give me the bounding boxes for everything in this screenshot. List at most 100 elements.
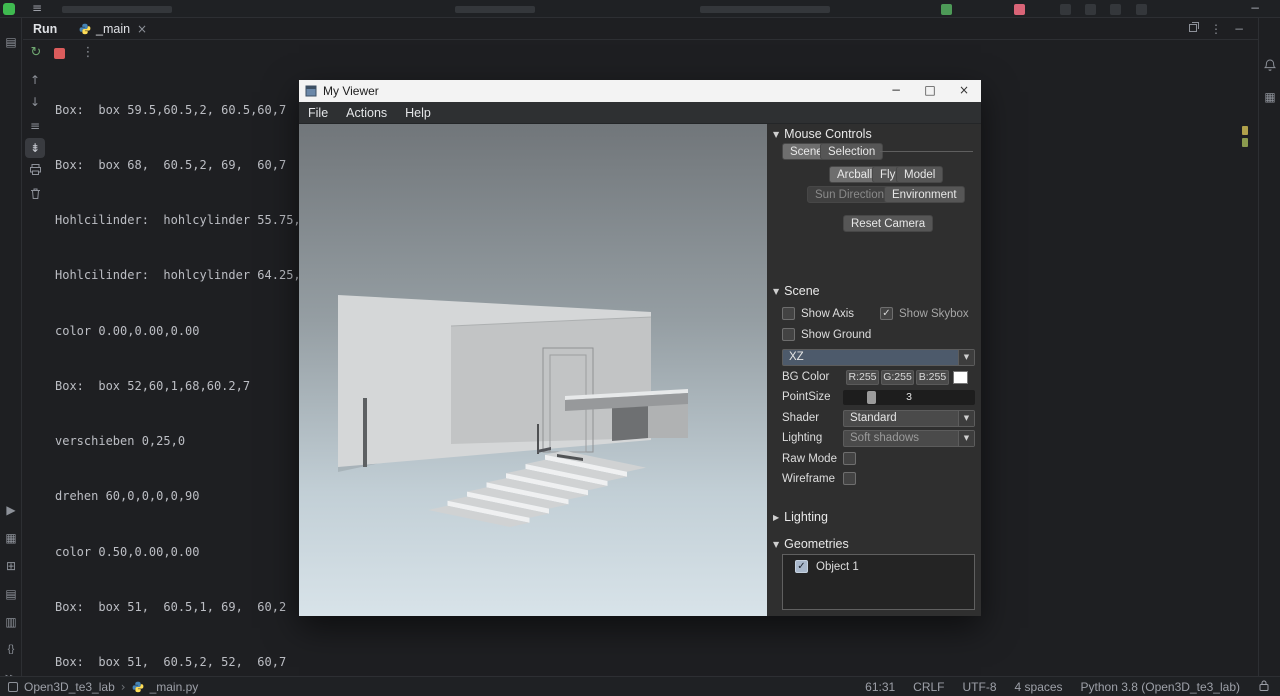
viewer-minimize-icon[interactable]: − <box>879 80 913 102</box>
viewer-menu-bar: File Actions Help <box>299 102 981 124</box>
dock-window-icon[interactable] <box>1188 20 1200 38</box>
clear-console-icon[interactable] <box>25 186 45 206</box>
scroll-to-end-icon[interactable]: ⇟ <box>25 138 45 158</box>
dropdown-value: XZ <box>789 351 804 363</box>
viewer-maximize-icon[interactable]: □ <box>913 80 947 102</box>
lighting-dropdown[interactable]: Soft shadows ▼ <box>843 430 975 447</box>
rerun-icon[interactable]: ↻ <box>27 44 45 62</box>
viewer-close-icon[interactable]: × <box>947 80 981 102</box>
hide-tool-window-icon[interactable]: − <box>1234 20 1244 38</box>
show-axis-checkbox[interactable] <box>782 307 795 320</box>
bg-red-field[interactable]: R:255 <box>846 370 879 385</box>
stop-icon[interactable] <box>54 48 65 59</box>
indent-style[interactable]: 4 spaces <box>1015 680 1063 694</box>
print-icon[interactable] <box>25 162 45 182</box>
object1-label[interactable]: Object 1 <box>816 559 859 575</box>
section-scene[interactable]: ▼ Scene <box>773 283 820 299</box>
wireframe-label: Wireframe <box>782 473 836 485</box>
section-geometries[interactable]: ▼ Geometries <box>773 536 849 552</box>
run-tool-icon[interactable]: ▶ <box>0 500 22 520</box>
current-file-name[interactable]: _main.py <box>150 680 199 694</box>
button-label: Scene <box>790 145 823 158</box>
toolbar-icon-3[interactable] <box>1110 4 1121 15</box>
line-separator[interactable]: CRLF <box>913 680 944 694</box>
project-widget-icon[interactable] <box>8 681 18 692</box>
breadcrumb-chevron-icon: › <box>120 679 126 694</box>
toolbar-icon-2[interactable] <box>1085 4 1096 15</box>
tab-close-icon[interactable]: × <box>137 22 147 36</box>
raw-mode-label: Raw Mode <box>782 453 837 465</box>
toolbar-plugin-icon-green[interactable] <box>941 4 952 15</box>
chevron-down-icon: ▼ <box>958 350 974 365</box>
section-lighting[interactable]: ▶ Lighting <box>773 509 828 525</box>
python-interpreter[interactable]: Python 3.8 (Open3D_te3_lab) <box>1081 680 1240 694</box>
button-label: Arcball <box>837 168 873 181</box>
right-tool-strip: ▦ <box>1258 18 1280 676</box>
left-tool-strip: ▤ ▶ ▦ ⊞ ▤ ▥ {} ≫ <box>0 18 22 685</box>
run-tab-main[interactable]: _main × <box>71 18 155 40</box>
project-tool-icon[interactable]: ▤ <box>0 32 22 52</box>
python-icon <box>79 23 91 35</box>
ai-assistant-icon[interactable]: ▦ <box>1259 90 1280 104</box>
shader-dropdown[interactable]: Standard ▼ <box>843 410 975 427</box>
window-minimize-icon[interactable]: − <box>1250 0 1260 18</box>
point-size-slider[interactable]: 3 <box>843 390 975 405</box>
menu-help[interactable]: Help <box>396 106 440 120</box>
wireframe-checkbox[interactable] <box>843 472 856 485</box>
packages-tool-icon[interactable]: ⊞ <box>0 556 22 576</box>
tool-window-options-icon[interactable]: ⋮ <box>1210 20 1222 38</box>
console-tool-icon[interactable]: {} <box>0 640 22 660</box>
section-mouse-controls[interactable]: ▼ Mouse Controls <box>773 126 872 142</box>
bg-blue-field[interactable]: B:255 <box>916 370 949 385</box>
notifications-bell-icon[interactable] <box>1259 58 1280 77</box>
lock-icon[interactable] <box>1258 679 1270 695</box>
dropdown-value: Standard <box>850 412 897 424</box>
down-stack-trace-icon[interactable]: ↓ <box>25 92 45 112</box>
main-menu-icon[interactable]: ≡ <box>32 0 42 18</box>
raw-mode-checkbox[interactable] <box>843 452 856 465</box>
button-label: Environment <box>892 188 957 201</box>
viewer-window: My Viewer − □ × File Actions Help ▼ Mous… <box>299 80 981 616</box>
tab-selection-button[interactable]: Selection <box>820 143 884 160</box>
services-tool-icon[interactable]: ▤ <box>0 584 22 604</box>
caret-position[interactable]: 61:31 <box>865 680 895 694</box>
bg-color-label: BG Color <box>782 371 830 383</box>
show-axis-label: Show Axis <box>801 308 855 320</box>
run-options-kebab-icon[interactable]: ⋮ <box>79 44 97 62</box>
menu-actions[interactable]: Actions <box>337 106 396 120</box>
point-size-value: 3 <box>906 391 912 403</box>
ground-plane-dropdown[interactable]: XZ ▼ <box>782 349 975 366</box>
bg-green-field[interactable]: G:255 <box>881 370 914 385</box>
viewer-title-bar[interactable]: My Viewer − □ × <box>299 80 981 102</box>
section-label: Lighting <box>784 510 828 524</box>
structure-tool-icon[interactable]: ▦ <box>0 528 22 548</box>
environment-button[interactable]: Environment <box>884 186 965 203</box>
bg-color-swatch[interactable] <box>953 371 968 384</box>
toolbar-icon-1[interactable] <box>1060 4 1071 15</box>
object1-checkbox[interactable]: ✓ <box>795 560 808 573</box>
database-tool-icon[interactable]: ▥ <box>0 612 22 632</box>
collapsed-triangle-icon: ▶ <box>773 512 780 522</box>
status-bar: Open3D_te3_lab › _main.py 61:31 CRLF UTF… <box>0 676 1280 696</box>
project-name[interactable]: Open3D_te3_lab <box>24 680 115 694</box>
run-tool-window-header: Run _main × ⋮ − <box>23 18 1258 40</box>
button-label: Reset Camera <box>851 217 926 230</box>
button-label: Selection <box>828 145 876 158</box>
section-label: Mouse Controls <box>784 127 872 141</box>
toolbar-icon-4[interactable] <box>1136 4 1147 15</box>
section-label: Scene <box>784 284 820 298</box>
lighting-label: Lighting <box>782 432 823 444</box>
sun-direction-button[interactable]: Sun Direction <box>807 186 893 203</box>
viewport-canvas[interactable] <box>299 124 767 616</box>
soft-wrap-icon[interactable]: ≡ <box>25 116 45 136</box>
toolbar-plugin-icon-pink[interactable] <box>1014 4 1025 15</box>
up-stack-trace-icon[interactable]: ↑ <box>25 70 45 90</box>
file-encoding[interactable]: UTF-8 <box>963 680 997 694</box>
reset-camera-button[interactable]: Reset Camera <box>843 215 934 232</box>
show-skybox-checkbox[interactable]: ✓ <box>880 307 893 320</box>
run-widget-text[interactable] <box>455 6 535 13</box>
mode-model-button[interactable]: Model <box>896 166 944 183</box>
scrollbar-mark <box>1242 126 1248 135</box>
menu-file[interactable]: File <box>299 106 337 120</box>
show-ground-checkbox[interactable] <box>782 328 795 341</box>
